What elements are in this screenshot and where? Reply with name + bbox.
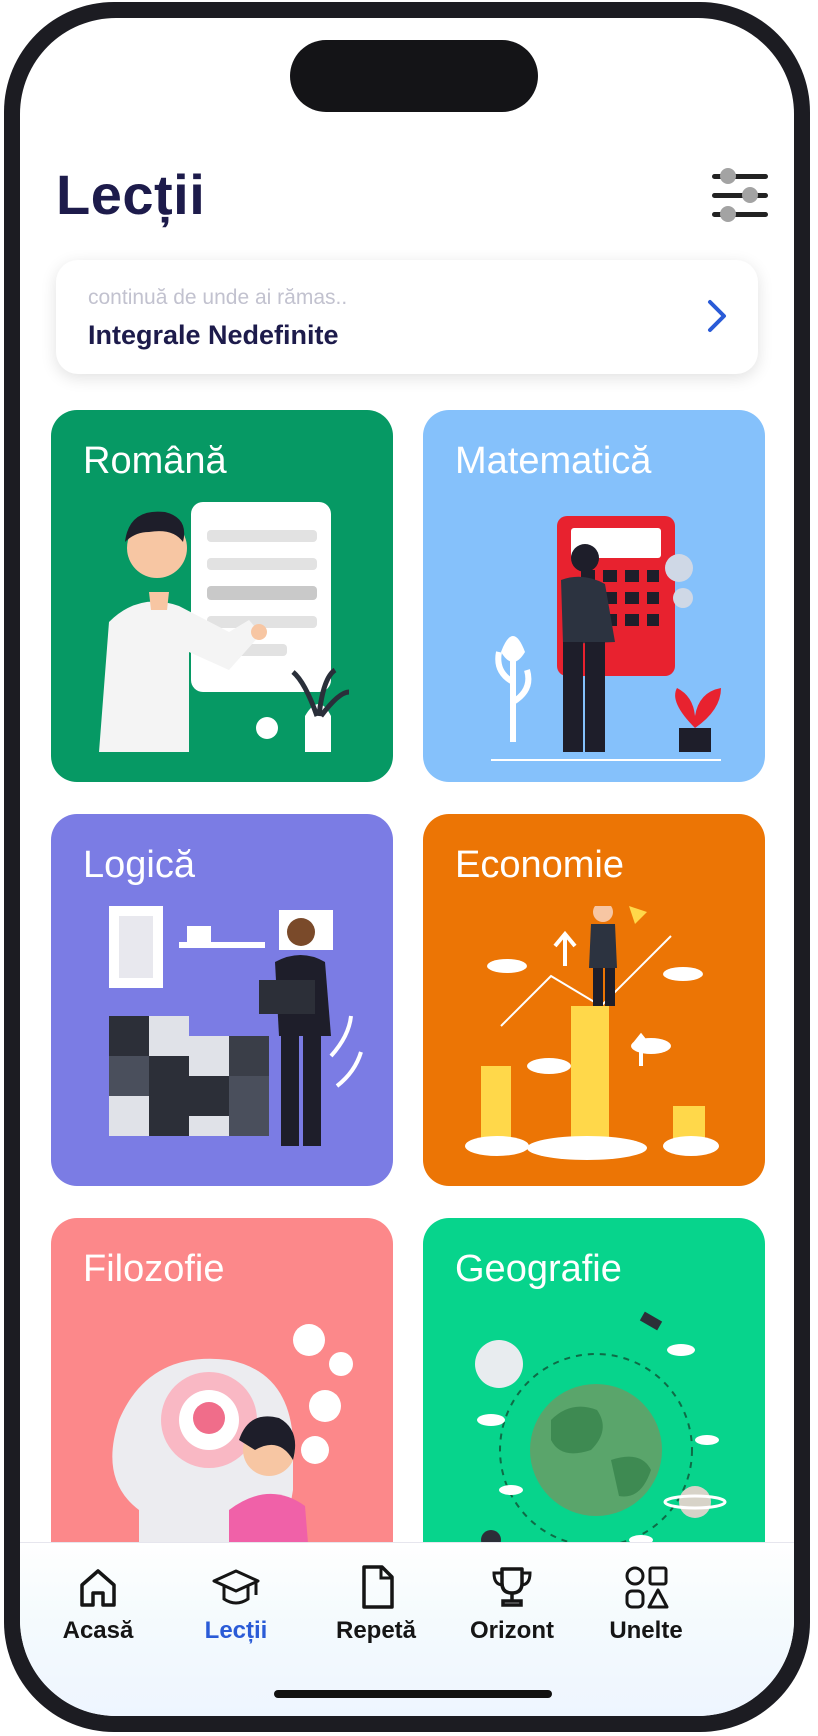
thinker-illustration [112, 1324, 353, 1580]
continue-hint: continuă de unde ai rămas.. [88, 286, 348, 309]
calculator-illustration [491, 516, 721, 761]
subject-card-economie[interactable]: Economie [423, 814, 765, 1186]
nav-item-orizont[interactable]: Orizont [442, 1563, 582, 1645]
home-indicator[interactable] [274, 1690, 552, 1698]
subject-label: Română [83, 440, 227, 482]
page-title: Lecții [56, 163, 206, 226]
trophy-icon [492, 1567, 532, 1607]
dynamic-island [290, 40, 538, 112]
home-icon [80, 1569, 116, 1607]
subject-card-matematica[interactable]: Matematică [423, 410, 765, 782]
subject-label: Filozofie [83, 1248, 225, 1290]
nav-label: Unelte [609, 1617, 683, 1644]
nav-item-lectii[interactable]: Lecții [166, 1563, 306, 1645]
phone-frame: Lecții continuă de unde ai rămas.. Integ… [4, 2, 810, 1732]
nav-item-repeta[interactable]: Repetă [306, 1563, 446, 1645]
subject-card-filozofie[interactable]: Filozofie [51, 1218, 393, 1590]
nav-label: Orizont [470, 1617, 554, 1644]
nav-label: Acasă [62, 1617, 134, 1644]
subject-label: Economie [455, 844, 624, 886]
writer-illustration [99, 502, 350, 752]
subject-label: Geografie [455, 1248, 622, 1290]
subject-label: Matematică [455, 440, 652, 482]
graduation-cap-icon [212, 1569, 260, 1605]
app-screen: Lecții continuă de unde ai rămas.. Integ… [20, 18, 794, 1716]
continue-lesson-title: Integrale Nedefinite [88, 320, 339, 350]
filter-settings-icon[interactable] [712, 168, 768, 222]
document-icon [362, 1565, 394, 1609]
nav-label: Lecții [204, 1617, 268, 1644]
continue-lesson-card[interactable]: continuă de unde ai rămas.. Integrale Ne… [56, 260, 758, 374]
subject-card-logica[interactable]: Logică [51, 814, 393, 1186]
globe-illustration [475, 1311, 727, 1550]
shapes-icon [625, 1566, 669, 1609]
nav-item-unelte[interactable]: Unelte [576, 1563, 716, 1645]
finance-illustration [465, 906, 719, 1160]
subject-card-geografie[interactable]: Geografie [423, 1218, 765, 1590]
nav-item-acasa[interactable]: Acasă [28, 1563, 168, 1645]
chevron-right-icon [708, 300, 726, 332]
subject-card-romana[interactable]: Română [51, 410, 393, 782]
puzzle-illustration [109, 906, 363, 1146]
subject-label: Logică [83, 844, 195, 886]
nav-label: Repetă [335, 1617, 417, 1644]
